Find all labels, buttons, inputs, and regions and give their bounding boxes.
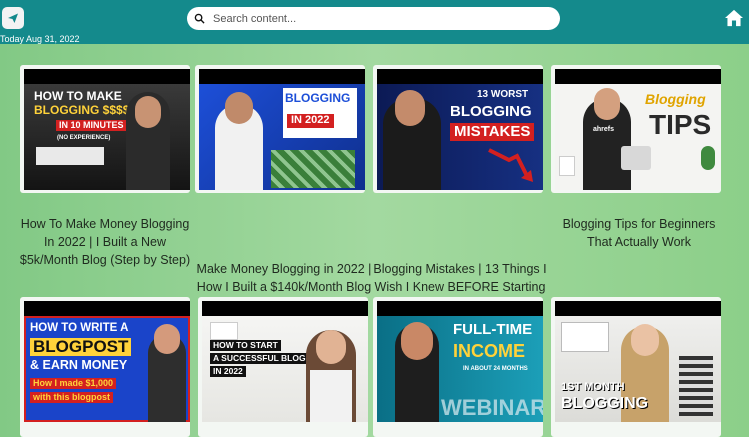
video-thumbnail[interactable]: HOW TO MAKE BLOGGING $$$$ IN 10 MINUTES … (24, 69, 190, 190)
video-card[interactable]: ahrefs Blogging TIPS (551, 65, 721, 193)
video-card[interactable]: HOW TO WRITE A BLOGPOST & EARN MONEY How… (20, 297, 190, 437)
video-thumbnail[interactable]: HOW TO START A SUCCESSFUL BLOG IN 2022 (202, 301, 368, 422)
video-thumbnail[interactable]: FULL-TIME INCOME IN ABOUT 24 MONTHS WEBI… (377, 301, 543, 422)
video-thumbnail[interactable]: BLOGGING IN 2022 (199, 69, 365, 190)
top-bar: Today Aug 31, 2022 (0, 0, 749, 44)
date-label: Today Aug 31, 2022 (0, 34, 80, 44)
video-card[interactable]: HOW TO MAKE BLOGGING $$$$ IN 10 MINUTES … (20, 65, 190, 193)
video-card[interactable]: 13 WORST BLOGGING MISTAKES (373, 65, 543, 193)
video-thumbnail[interactable]: 1ST MONTH BLOGGING (555, 301, 721, 422)
video-title[interactable]: How To Make Money Blogging In 2022 | I B… (17, 215, 193, 269)
send-button[interactable] (2, 7, 24, 29)
video-grid: HOW TO MAKE BLOGGING $$$$ IN 10 MINUTES … (0, 44, 749, 437)
video-thumbnail[interactable]: 13 WORST BLOGGING MISTAKES (377, 69, 543, 190)
video-title[interactable]: Blogging Tips for Beginners That Actuall… (551, 215, 727, 251)
search-icon (194, 13, 205, 24)
home-icon[interactable] (724, 9, 744, 27)
video-card[interactable]: HOW TO START A SUCCESSFUL BLOG IN 2022 (198, 297, 368, 437)
video-card[interactable]: BLOGGING IN 2022 (195, 65, 365, 193)
paper-plane-icon (8, 13, 18, 23)
search-input[interactable] (211, 11, 545, 26)
video-card[interactable]: FULL-TIME INCOME IN ABOUT 24 MONTHS WEBI… (373, 297, 543, 437)
down-arrow-icon (488, 148, 533, 182)
video-thumbnail[interactable]: ahrefs Blogging TIPS (555, 69, 721, 190)
video-card[interactable]: 1ST MONTH BLOGGING (551, 297, 721, 437)
search-bar[interactable] (187, 7, 560, 30)
video-thumbnail[interactable]: HOW TO WRITE A BLOGPOST & EARN MONEY How… (24, 301, 190, 422)
